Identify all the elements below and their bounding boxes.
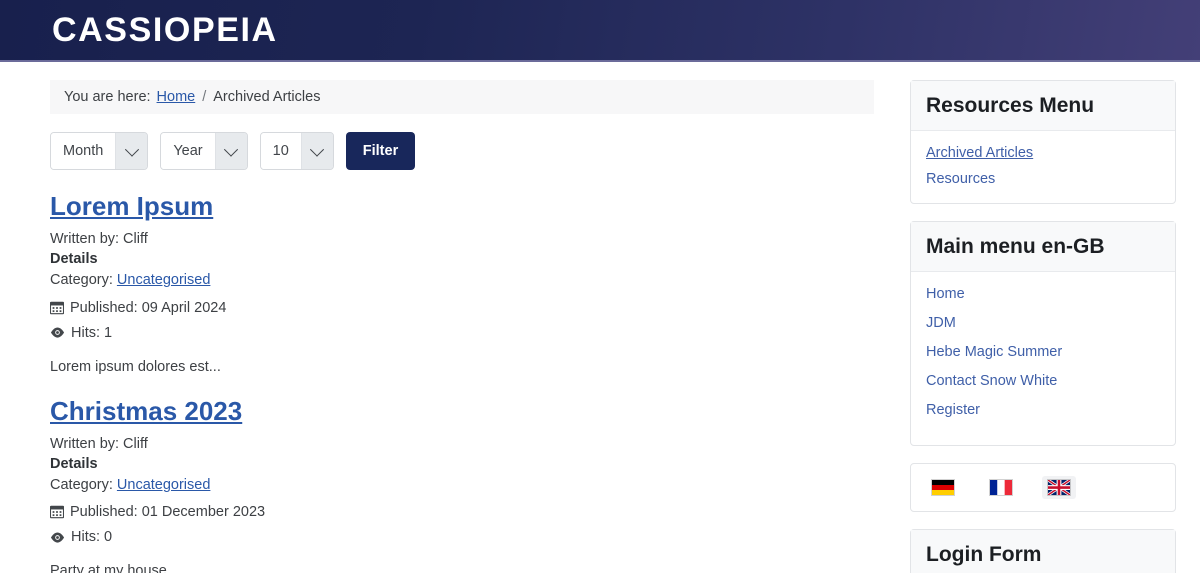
filter-button[interactable]: Filter <box>345 132 416 170</box>
module-main-menu: Main menu en-GB Home JDM Hebe Magic Summ… <box>910 221 1176 447</box>
eye-icon <box>50 532 65 543</box>
language-option-fr[interactable] <box>984 476 1018 499</box>
page-wrapper: You are here: Home / Archived Articles M… <box>0 62 1200 573</box>
module-title: Login Form <box>926 543 1042 567</box>
breadcrumb-prefix: You are here: <box>64 89 151 105</box>
module-body: Home JDM Hebe Magic Summer Contact Snow … <box>911 272 1175 445</box>
flag-fr-icon <box>989 479 1013 497</box>
year-select-value: Year <box>161 133 215 169</box>
article-details-label: Details <box>50 251 98 268</box>
article-item: Christmas 2023 Written by: Cliff Details… <box>50 396 874 573</box>
sidebar-item-hebe-magic-summer[interactable]: Hebe Magic Summer <box>926 344 1062 360</box>
article-intro: Lorem ipsum dolores est... <box>50 358 221 375</box>
module-login-form: Login Form <box>910 529 1176 573</box>
module-resources-menu: Resources Menu Archived Articles Resourc… <box>910 80 1176 205</box>
main-content-column: You are here: Home / Archived Articles M… <box>50 80 874 573</box>
limit-select-value: 10 <box>260 133 301 169</box>
filter-toolbar: Month Year 10 Filter <box>50 132 874 170</box>
resources-menu-list: Archived Articles Resources <box>926 144 1160 188</box>
article-hits-label: Hits: 0 <box>71 529 113 546</box>
month-select[interactable]: Month <box>50 132 149 170</box>
list-item: Home <box>926 285 1160 303</box>
list-item: Resources <box>926 170 1160 188</box>
breadcrumb-current: Archived Articles <box>213 89 321 105</box>
article-category-prefix: Category: <box>50 476 113 493</box>
article-item: Lorem Ipsum Written by: Cliff Details Ca… <box>50 191 874 375</box>
module-title: Resources Menu <box>926 94 1095 117</box>
sidebar: Resources Menu Archived Articles Resourc… <box>910 80 1176 573</box>
article-category: Category: Uncategorised <box>50 475 874 496</box>
flag-de-icon <box>931 479 955 497</box>
flag-row <box>926 476 1160 500</box>
article-published: Published: 01 December 2023 <box>50 504 874 520</box>
module-title: Main menu en-GB <box>926 235 1105 259</box>
calendar-icon <box>50 505 64 519</box>
article-hits: Hits: 0 <box>50 529 874 545</box>
list-item: Archived Articles <box>926 144 1160 162</box>
article-hits-label: Hits: 1 <box>71 324 113 341</box>
article-author: Written by: Cliff <box>50 230 148 247</box>
breadcrumb-separator: / <box>202 89 207 105</box>
module-language-switcher <box>910 463 1176 513</box>
sidebar-item-register[interactable]: Register <box>926 402 980 418</box>
module-body: Archived Articles Resources <box>911 131 1175 203</box>
article-published-label: Published: 01 December 2023 <box>70 504 266 521</box>
article-title-link[interactable]: Lorem Ipsum <box>50 191 213 222</box>
module-header: Login Form <box>911 530 1175 573</box>
article-category-link[interactable]: Uncategorised <box>117 272 211 288</box>
article-intro: Party at my house... <box>50 563 179 573</box>
article-published-label: Published: 09 April 2024 <box>70 299 227 316</box>
article-title-link[interactable]: Christmas 2023 <box>50 396 242 427</box>
limit-select[interactable]: 10 <box>259 132 334 170</box>
calendar-icon <box>50 301 64 314</box>
chevron-down-icon <box>300 133 333 169</box>
list-item: JDM <box>926 314 1160 332</box>
year-select[interactable]: Year <box>160 132 248 170</box>
sidebar-item-resources[interactable]: Resources <box>926 171 995 187</box>
sidebar-item-archived-articles[interactable]: Archived Articles <box>926 145 1033 161</box>
site-header: CASSIOPEIA <box>0 0 1200 62</box>
list-item: Hebe Magic Summer <box>926 343 1160 361</box>
article-published: Published: 09 April 2024 <box>50 300 874 316</box>
chevron-down-icon <box>115 133 148 169</box>
main-menu-list: Home JDM Hebe Magic Summer Contact Snow … <box>926 285 1160 419</box>
article-category-link[interactable]: Uncategorised <box>117 477 211 493</box>
month-select-value: Month <box>51 133 116 169</box>
language-option-gb[interactable] <box>1042 476 1076 500</box>
flag-gb-icon <box>1047 479 1071 497</box>
list-item: Register <box>926 401 1160 419</box>
eye-icon <box>50 327 65 338</box>
article-author: Written by: Cliff <box>50 435 148 452</box>
module-header: Main menu en-GB <box>911 222 1175 273</box>
language-option-de[interactable] <box>926 476 960 499</box>
article-details-label: Details <box>50 456 98 473</box>
sidebar-item-jdm[interactable]: JDM <box>926 315 956 331</box>
sidebar-item-contact-snow-white[interactable]: Contact Snow White <box>926 373 1057 389</box>
breadcrumb-link-home[interactable]: Home <box>157 89 196 105</box>
sidebar-item-home[interactable]: Home <box>926 286 965 302</box>
list-item: Contact Snow White <box>926 372 1160 390</box>
article-category-prefix: Category: <box>50 272 113 289</box>
module-header: Resources Menu <box>911 81 1175 132</box>
site-brand[interactable]: CASSIOPEIA <box>52 13 278 47</box>
article-category: Category: Uncategorised <box>50 270 874 291</box>
article-hits: Hits: 1 <box>50 325 874 341</box>
chevron-down-icon <box>214 133 247 169</box>
breadcrumb: You are here: Home / Archived Articles <box>50 80 874 114</box>
